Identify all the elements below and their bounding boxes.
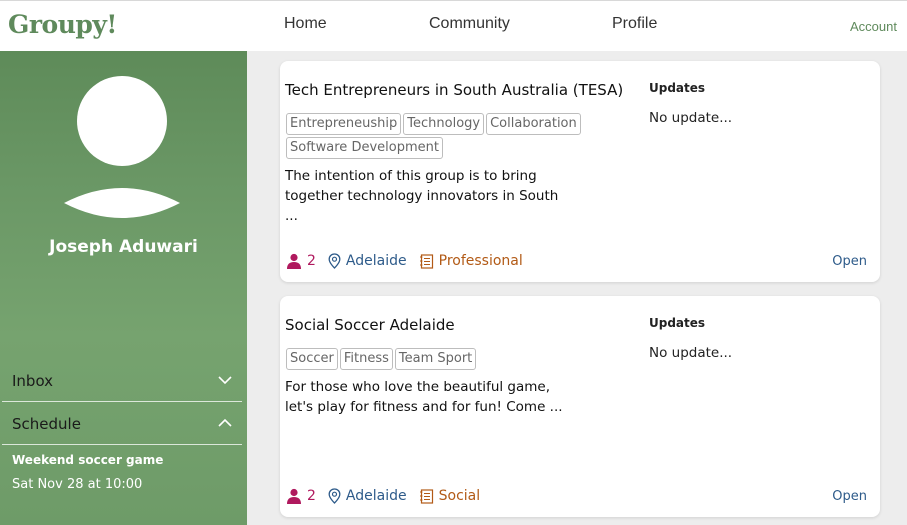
description-line: For those who love the beautiful game,: [285, 379, 551, 395]
group-meta: 2 Adelaide Social: [286, 486, 492, 506]
chevron-down-icon[interactable]: [218, 375, 232, 385]
nav-community-link[interactable]: Community: [429, 15, 510, 33]
updates-heading: Updates: [649, 316, 706, 330]
tag-list: Entrepreneuship Technology Collaboration…: [286, 113, 636, 159]
group-description: The intention of this group is to bring …: [285, 166, 585, 226]
account-link[interactable]: Account: [850, 19, 897, 34]
notebook-icon: [419, 488, 433, 504]
open-group-link[interactable]: Open: [832, 254, 867, 269]
schedule-event-title[interactable]: Weekend soccer game: [12, 453, 163, 467]
group-meta: 2 Adelaide Professional: [286, 251, 535, 271]
location-value: Adelaide: [345, 488, 407, 504]
updates-text: No update...: [649, 345, 733, 361]
description-line: ...: [285, 208, 298, 224]
open-group-link[interactable]: Open: [832, 489, 867, 504]
profile-sidebar: Joseph Aduwari Inbox Schedule Weekend so…: [0, 51, 247, 525]
member-count-value: 2: [307, 488, 316, 504]
type-value: Professional: [438, 253, 523, 269]
member-count-value: 2: [307, 253, 316, 269]
nav-home-link[interactable]: Home: [284, 15, 327, 33]
avatar-body-shape: [64, 188, 180, 218]
group-location: Adelaide: [328, 488, 407, 504]
tag: Team Sport: [394, 348, 477, 370]
group-card: Tech Entrepreneurs in South Australia (T…: [280, 61, 880, 282]
tag: Collaboration: [486, 113, 581, 135]
user-name: Joseph Aduwari: [49, 237, 198, 257]
tag: Fitness: [339, 348, 393, 370]
inbox-accordion[interactable]: Inbox: [2, 362, 242, 402]
group-title: Tech Entrepreneurs in South Australia (T…: [285, 81, 624, 99]
notebook-icon: [419, 253, 433, 269]
map-pin-icon: [328, 488, 341, 504]
schedule-event-time: Sat Nov 28 at 10:00: [12, 477, 143, 492]
group-card: Social Soccer Adelaide Soccer Fitness Te…: [280, 296, 880, 517]
group-description: For those who love the beautiful game, l…: [285, 377, 585, 417]
avatar: [0, 51, 247, 231]
schedule-label: Schedule: [12, 415, 81, 433]
map-pin-icon: [328, 253, 341, 269]
tag: Soccer: [286, 348, 338, 370]
group-title: Social Soccer Adelaide: [285, 316, 455, 334]
nav-profile-link[interactable]: Profile: [612, 15, 657, 33]
group-type: Professional: [419, 253, 523, 269]
group-type: Social: [419, 488, 481, 504]
chevron-up-icon[interactable]: [218, 418, 232, 428]
person-icon: [287, 253, 301, 269]
group-location: Adelaide: [328, 253, 407, 269]
updates-heading: Updates: [649, 81, 706, 95]
tag: Technology: [403, 113, 485, 135]
description-line: together technology innovators in South: [285, 188, 559, 204]
tag: Software Development: [286, 137, 443, 159]
type-value: Social: [438, 488, 481, 504]
location-value: Adelaide: [345, 253, 407, 269]
avatar-head-shape: [77, 76, 167, 166]
schedule-accordion[interactable]: Schedule: [2, 405, 242, 445]
app-logo[interactable]: Groupy!: [8, 10, 117, 39]
member-count: 2: [286, 253, 316, 269]
description-line: let's play for fitness and for fun! Come…: [285, 399, 563, 415]
tag: Entrepreneuship: [286, 113, 402, 135]
member-count: 2: [286, 488, 316, 504]
top-navbar: Groupy! Home Community Profile Account: [0, 0, 907, 51]
inbox-label: Inbox: [12, 372, 54, 390]
description-line: The intention of this group is to bring: [285, 168, 537, 184]
person-icon: [287, 488, 301, 504]
tag-list: Soccer Fitness Team Sport: [286, 348, 636, 370]
updates-text: No update...: [649, 110, 733, 126]
